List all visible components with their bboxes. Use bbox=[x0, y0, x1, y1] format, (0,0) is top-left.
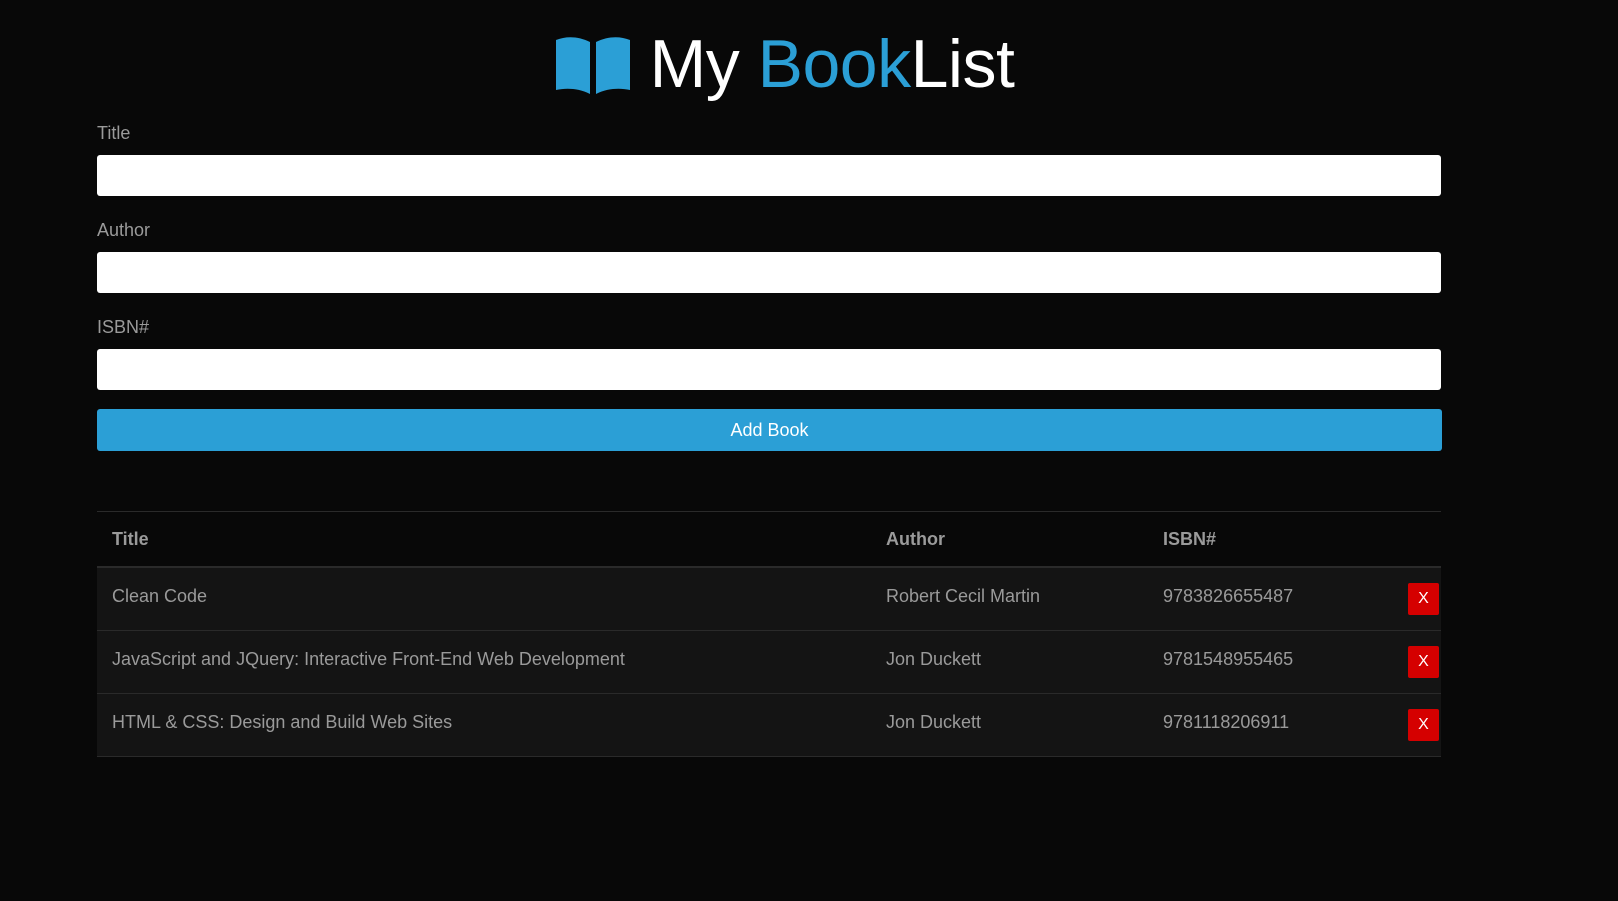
column-header-actions bbox=[1393, 511, 1441, 568]
page-header: My BookList bbox=[0, 30, 1568, 98]
author-label: Author bbox=[97, 220, 151, 240]
page: My BookList Title Author ISBN# Add Book … bbox=[0, 0, 1618, 901]
table-row: HTML & CSS: Design and Build Web Sites J… bbox=[97, 693, 1441, 757]
table-header-row: Title Author ISBN# bbox=[97, 511, 1441, 568]
book-title-cell: HTML & CSS: Design and Build Web Sites bbox=[97, 693, 871, 757]
isbn-label: ISBN# bbox=[97, 317, 150, 337]
app-title: My BookList bbox=[650, 30, 1015, 98]
table-row: Clean Code Robert Cecil Martin 978382665… bbox=[97, 567, 1441, 631]
book-isbn-cell: 9783826655487 bbox=[1148, 567, 1393, 631]
column-header-isbn: ISBN# bbox=[1148, 511, 1393, 568]
book-open-icon bbox=[555, 37, 630, 94]
book-title-cell: Clean Code bbox=[97, 567, 871, 631]
book-author-cell: Jon Duckett bbox=[871, 693, 1148, 757]
book-form: Title Author ISBN# Add Book bbox=[97, 118, 1442, 451]
app-title-list: List bbox=[910, 26, 1015, 102]
delete-book-button[interactable]: X bbox=[1408, 645, 1439, 678]
add-book-button[interactable]: Add Book bbox=[97, 409, 1442, 451]
actions-cell: X bbox=[1393, 567, 1441, 631]
app-title-book: Book bbox=[757, 26, 912, 102]
title-input[interactable] bbox=[97, 155, 1441, 196]
book-list-table: Title Author ISBN# Clean Code Robert Cec… bbox=[97, 511, 1441, 757]
book-author-cell: Jon Duckett bbox=[871, 630, 1148, 694]
book-isbn-cell: 9781118206911 bbox=[1148, 693, 1393, 757]
author-input[interactable] bbox=[97, 252, 1441, 293]
book-title-cell: JavaScript and JQuery: Interactive Front… bbox=[97, 630, 871, 694]
column-header-title: Title bbox=[97, 511, 871, 568]
actions-cell: X bbox=[1393, 630, 1441, 694]
column-header-author: Author bbox=[871, 511, 1148, 568]
actions-cell: X bbox=[1393, 693, 1441, 757]
table-row: JavaScript and JQuery: Interactive Front… bbox=[97, 630, 1441, 694]
delete-book-button[interactable]: X bbox=[1408, 583, 1439, 615]
app-title-my: My bbox=[649, 26, 758, 102]
book-isbn-cell: 9781548955465 bbox=[1148, 630, 1393, 694]
delete-book-button[interactable]: X bbox=[1408, 708, 1439, 741]
isbn-input[interactable] bbox=[97, 349, 1441, 390]
book-author-cell: Robert Cecil Martin bbox=[871, 567, 1148, 631]
title-label: Title bbox=[97, 123, 131, 143]
